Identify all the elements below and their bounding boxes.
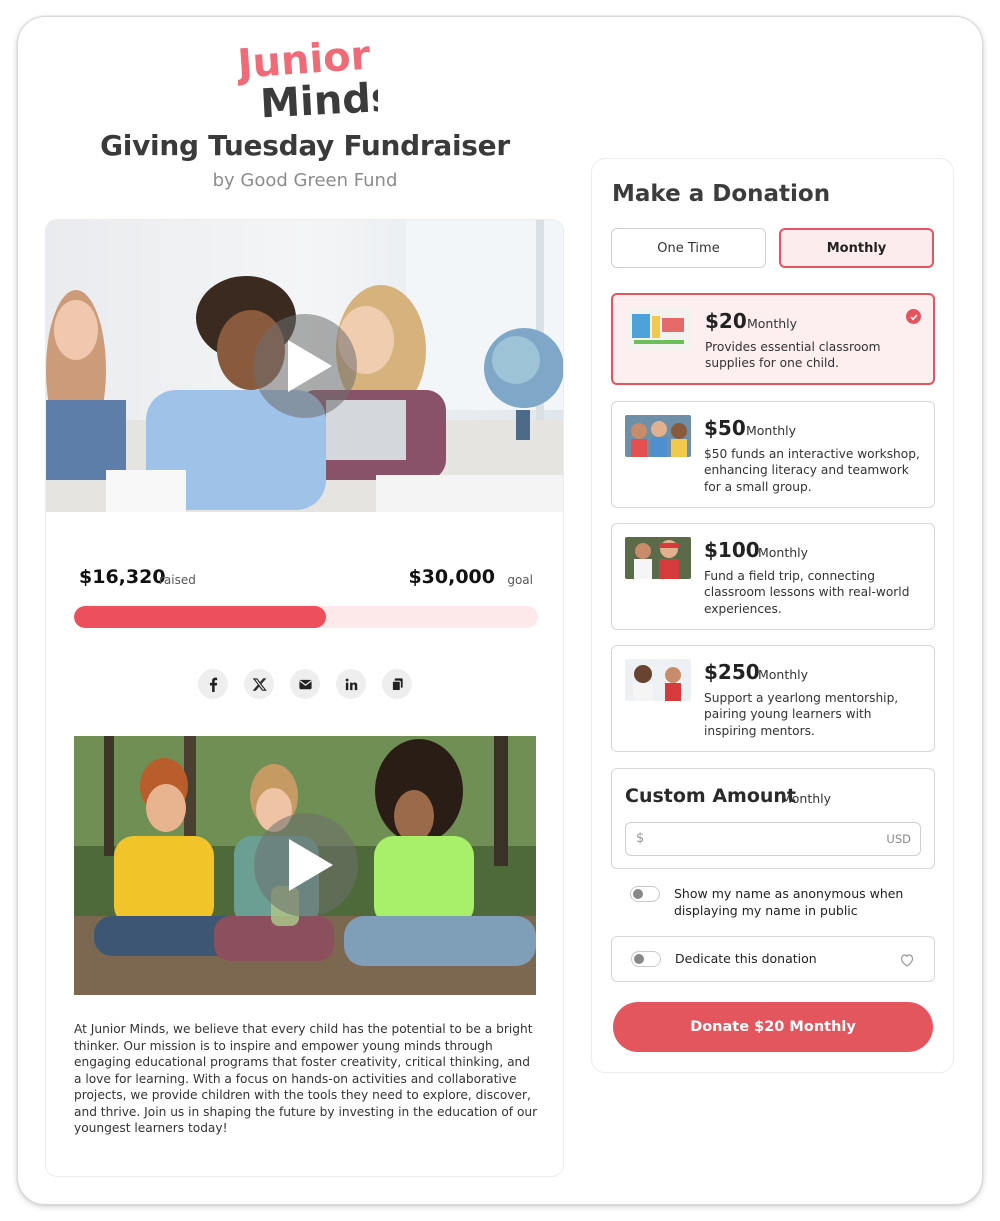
monthly-button[interactable]: Monthly [779,228,934,268]
linkedin-icon [345,678,357,690]
organizer-subtitle: by Good Green Fund [212,170,398,191]
svg-text:Minds: Minds [259,75,378,119]
email-share-button[interactable] [290,669,320,699]
currency-symbol: $ [636,831,645,846]
copy-link-button[interactable] [382,669,412,699]
field-trip-image [625,537,691,579]
donation-panel: Make a Donation One Time Monthly $20 Mon… [591,158,954,1073]
custom-amount-field[interactable]: $ USD [625,822,921,856]
tier-frequency: Monthly [758,545,809,560]
progress-fill [74,606,327,628]
tier-amount: $50 [704,416,746,440]
workshop-kids-image [625,415,691,457]
donation-tier-250[interactable]: $250 Monthly Support a yearlong mentorsh… [611,645,935,752]
raised-amount: $16,320 [79,566,166,588]
goal-label: goal [507,573,533,587]
tier-amount: $250 [704,660,760,684]
heart-icon[interactable] [899,952,915,968]
tier-description: Support a yearlong mentorship, pairing y… [704,691,899,738]
facebook-icon [209,677,217,692]
tier-frequency: Monthly [746,423,797,438]
app-window: Junior Minds Giving Tuesday Fundraiser b… [17,16,983,1205]
donation-tier-20[interactable]: $20 Monthly Provides essential classroom… [611,293,935,385]
play-button[interactable] [254,813,358,917]
hero-video[interactable] [46,220,563,512]
facebook-share-button[interactable] [198,669,228,699]
tier-thumbnail [625,659,691,701]
tier-thumbnail [625,537,691,579]
donate-button[interactable]: Donate $20 Monthly [613,1002,933,1052]
tier-amount: $100 [704,538,760,562]
linkedin-share-button[interactable] [336,669,366,699]
one-time-button[interactable]: One Time [611,228,766,268]
tier-frequency: Monthly [747,316,798,331]
custom-amount-input[interactable] [652,827,872,851]
play-icon [288,340,332,392]
donation-tier-100[interactable]: $100 Monthly Fund a field trip, connecti… [611,523,935,630]
tier-frequency: Monthly [758,667,809,682]
custom-amount-frequency: Monthly [781,791,832,806]
toggle-knob [634,954,644,964]
copy-link-icon [391,677,403,691]
tier-thumbnail [626,308,692,350]
donation-title: Make a Donation [612,181,831,207]
campaign-card: $16,320 raised $30,000 goal At Junior Mi… [45,219,564,1177]
tier-description: $50 funds an interactive workshop, enhan… [704,447,920,494]
custom-amount-title: Custom Amount [625,785,797,807]
toggle-knob [633,889,643,899]
goal-amount: $30,000 [408,566,495,588]
tier-thumbnail [625,415,691,457]
play-icon [289,839,333,891]
progress-bar [74,606,538,628]
school-supplies-image [626,308,692,350]
tier-amount: $20 [705,309,747,333]
campaign-description: At Junior Minds, we believe that every c… [74,1022,538,1135]
junior-minds-logo: Junior Minds [233,33,396,128]
x-icon [252,677,267,691]
dedicate-label: Dedicate this donation [675,951,817,966]
raised-label: raised [159,573,196,587]
fundraising-stats: $16,320 raised $30,000 goal [79,566,533,596]
email-icon [298,679,312,689]
donation-tier-50[interactable]: $50 Monthly $50 funds an interactive wor… [611,401,935,508]
anonymous-label: Show my name as anonymous when displayin… [674,886,904,918]
tier-description: Fund a field trip, connecting classroom … [704,569,910,616]
dedicate-donation-row: Dedicate this donation [611,936,935,982]
selected-check-icon [906,309,921,324]
page-title: Giving Tuesday Fundraiser [100,129,510,162]
tier-description: Provides essential classroom supplies fo… [705,340,881,371]
custom-amount-box: Custom Amount Monthly $ USD [611,768,935,869]
dedicate-toggle[interactable] [631,951,661,967]
play-button[interactable] [253,314,357,418]
share-buttons [198,669,412,699]
outdoor-video[interactable] [74,736,536,995]
x-share-button[interactable] [244,669,274,699]
anonymous-toggle[interactable] [630,886,660,902]
mentorship-image [625,659,691,701]
currency-code: USD [886,832,911,846]
